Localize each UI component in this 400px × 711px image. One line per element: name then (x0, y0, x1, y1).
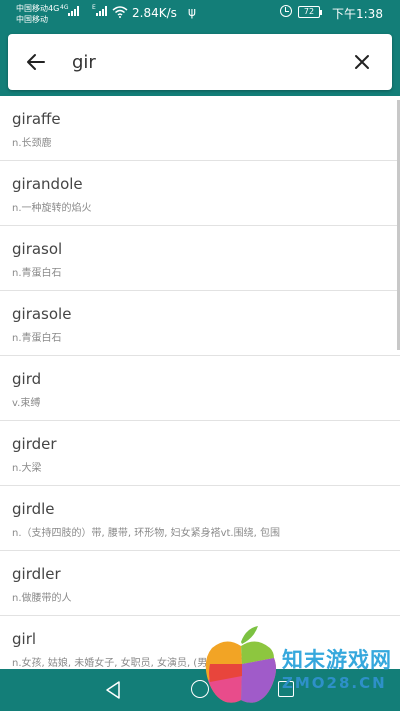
watermark: 知末游戏网 ZMO28.CN (200, 622, 400, 708)
list-item[interactable]: giraffe n.长颈鹿 (0, 96, 400, 161)
search-input[interactable] (72, 46, 332, 78)
list-item-word: girder (12, 435, 57, 453)
list-item-word: girl (12, 630, 37, 648)
list-item-word: giraffe (12, 110, 61, 128)
clock: 下午1:38 (332, 7, 383, 21)
list-item[interactable]: gird v.束缚 (0, 356, 400, 421)
list-item-definition: n.长颈鹿 (12, 138, 52, 149)
arrow-left-icon[interactable] (22, 48, 50, 76)
list-item-word: gird (12, 370, 42, 388)
list-item-definition: n.一种旋转的焰火 (12, 203, 92, 214)
list-item-definition: n.青蛋白石 (12, 268, 62, 279)
carrier-1: 中国移动4G (16, 4, 60, 13)
list-item[interactable]: girdler n.做腰带的人 (0, 551, 400, 616)
results-list: giraffe n.长颈鹿 girandole n.一种旋转的焰火 giraso… (0, 96, 400, 669)
close-icon[interactable] (348, 48, 376, 76)
apple-logo-icon (205, 626, 276, 703)
wifi-icon (112, 6, 128, 18)
list-item[interactable]: girandole n.一种旋转的焰火 (0, 161, 400, 226)
triangle-back-icon[interactable] (104, 680, 122, 700)
carrier-info: 中国移动4G 中国移动 (16, 3, 59, 25)
status-bar: 中国移动4G 中国移动 4G E 2.84K/s ψ 72 下午1:38 (0, 0, 400, 28)
signal-icon (68, 6, 79, 16)
list-item-definition: n.做腰带的人 (12, 593, 72, 604)
list-item[interactable]: girdle n.（支持四肢的）带, 腰带, 环形物, 妇女紧身褡vt.围绕, … (0, 486, 400, 551)
signal-icon-2 (96, 6, 107, 16)
carrier-2: 中国移动 (16, 15, 48, 24)
list-item-word: girandole (12, 175, 83, 193)
list-item[interactable]: girder n.大梁 (0, 421, 400, 486)
search-bar (8, 34, 392, 90)
list-item-word: girasole (12, 305, 72, 323)
list-item-definition: n.青蛋白石 (12, 333, 62, 344)
list-item-word: girasol (12, 240, 63, 258)
network-speed: 2.84K/s (132, 6, 177, 20)
list-item-definition: n.（支持四肢的）带, 腰带, 环形物, 妇女紧身褡vt.围绕, 包围 (12, 528, 280, 539)
list-item-word: girdler (12, 565, 61, 583)
list-item[interactable]: girasol n.青蛋白石 (0, 226, 400, 291)
battery-icon: 72 (298, 6, 322, 18)
list-item-word: girdle (12, 500, 55, 518)
list-item-definition: n.大梁 (12, 463, 42, 474)
list-item[interactable]: girasole n.青蛋白石 (0, 291, 400, 356)
usb-icon: ψ (188, 5, 196, 19)
watermark-title: 知末游戏网 (282, 648, 392, 672)
list-item-definition: v.束缚 (12, 398, 41, 409)
alarm-icon (280, 5, 292, 17)
watermark-site: ZMO28.CN (282, 674, 387, 692)
